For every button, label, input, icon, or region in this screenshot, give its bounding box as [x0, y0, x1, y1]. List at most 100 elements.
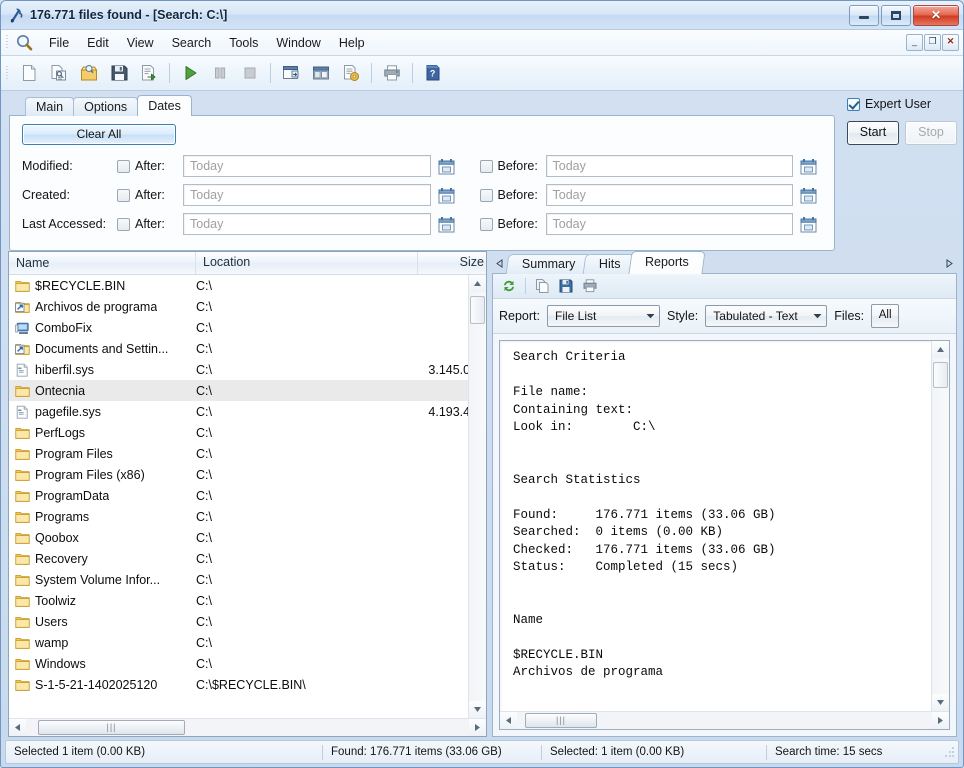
table-row[interactable]: S-1-5-21-1402025120 C:\$RECYCLE.BIN\ — [9, 674, 486, 695]
scroll-right-icon[interactable] — [932, 712, 949, 729]
tab-main[interactable]: Main — [25, 97, 75, 116]
scroll-right-icon[interactable] — [469, 719, 486, 736]
scroll-down-icon[interactable] — [469, 701, 486, 718]
mdi-restore-button[interactable]: ❐ — [924, 34, 941, 51]
files-all-button[interactable]: All — [871, 304, 900, 328]
refresh-icon[interactable] — [498, 276, 520, 296]
tab-dates[interactable]: Dates — [137, 95, 192, 116]
scroll-track[interactable]: ||| — [517, 712, 932, 729]
table-row[interactable]: Toolwiz C:\ — [9, 590, 486, 611]
save-icon[interactable] — [104, 58, 134, 88]
scroll-track[interactable] — [469, 292, 486, 701]
menu-item-tools[interactable]: Tools — [220, 33, 267, 53]
options-icon[interactable] — [336, 58, 366, 88]
column-header-name[interactable]: Name — [9, 252, 196, 274]
table-row[interactable]: System Volume Infor... C:\ — [9, 569, 486, 590]
column-header-size[interactable]: Size — [418, 252, 486, 274]
stop-icon[interactable] — [235, 58, 265, 88]
scroll-thumb[interactable] — [933, 362, 948, 388]
open-search-icon[interactable] — [44, 58, 74, 88]
table-row[interactable]: hiberfil.sys C:\ 3.145.090 — [9, 359, 486, 380]
report-text-box[interactable]: Search Criteria File name: Containing te… — [499, 340, 950, 730]
scroll-thumb[interactable]: ||| — [38, 720, 185, 735]
new-search-icon[interactable] — [14, 58, 44, 88]
mdi-close-button[interactable]: ✕ — [942, 34, 959, 51]
modified-before-checkbox[interactable] — [479, 159, 493, 173]
chevron-right-icon[interactable] — [942, 253, 957, 274]
tab-reports[interactable]: Reports — [628, 251, 706, 274]
created-before-input[interactable]: Today — [545, 184, 793, 206]
modified-after-input[interactable]: Today — [183, 155, 431, 177]
created-before-checkbox[interactable] — [479, 188, 493, 202]
scroll-down-icon[interactable] — [932, 694, 949, 711]
copy-icon[interactable] — [531, 276, 553, 296]
expert-user-checkbox[interactable] — [847, 97, 860, 111]
table-row[interactable]: Archivos de programa C:\ — [9, 296, 486, 317]
menu-item-file[interactable]: File — [40, 33, 78, 53]
menu-item-search[interactable]: Search — [163, 33, 221, 53]
close-button[interactable]: ✕ — [913, 4, 959, 26]
table-row[interactable]: Documents and Settin... C:\ — [9, 338, 486, 359]
resize-grip[interactable] — [944, 746, 955, 758]
stop-button[interactable]: Stop — [905, 121, 957, 145]
table-row[interactable]: pagefile.sys C:\ 4.193.464 — [9, 401, 486, 422]
clear-all-button[interactable]: Clear All — [22, 124, 176, 145]
start-button[interactable]: Start — [847, 121, 899, 145]
menu-item-window[interactable]: Window — [267, 33, 329, 53]
minimize-button[interactable] — [849, 4, 879, 26]
scroll-left-icon[interactable] — [500, 712, 517, 729]
results-vertical-scrollbar[interactable] — [468, 275, 486, 718]
table-row[interactable]: wamp C:\ — [9, 632, 486, 653]
table-row[interactable]: Program Files (x86) C:\ — [9, 464, 486, 485]
table-row[interactable]: Recovery C:\ — [9, 548, 486, 569]
table-row[interactable]: Ontecnia C:\ — [9, 380, 486, 401]
results-listview[interactable]: Name Location Size $RECYCLE.BIN C:\ Archiv… — [8, 251, 487, 737]
scroll-up-icon[interactable] — [932, 341, 949, 358]
table-row[interactable]: Windows C:\ — [9, 653, 486, 674]
chevron-left-icon[interactable] — [492, 253, 507, 274]
calendar-icon[interactable] — [437, 186, 456, 205]
help-icon[interactable]: ? — [418, 58, 448, 88]
modified-after-checkbox[interactable] — [117, 159, 130, 173]
created-after-checkbox[interactable] — [117, 188, 130, 202]
scroll-track[interactable]: ||| — [26, 719, 469, 736]
report-horizontal-scrollbar[interactable]: ||| — [500, 711, 949, 729]
calendar-icon[interactable] — [799, 186, 818, 205]
print-icon[interactable] — [377, 58, 407, 88]
results-horizontal-scrollbar[interactable]: ||| — [9, 718, 486, 736]
tab-options[interactable]: Options — [73, 97, 139, 116]
toolbar-gripper[interactable] — [4, 65, 11, 82]
scroll-thumb[interactable] — [470, 296, 485, 324]
maximize-button[interactable] — [881, 4, 911, 26]
modified-before-input[interactable]: Today — [545, 155, 793, 177]
tab-summary[interactable]: Summary — [505, 254, 592, 274]
chevron-down-icon[interactable] — [642, 313, 659, 319]
scroll-thumb[interactable]: ||| — [525, 713, 597, 728]
menu-gripper[interactable] — [4, 34, 11, 51]
scroll-left-icon[interactable] — [9, 719, 26, 736]
created-after-input[interactable]: Today — [183, 184, 431, 206]
table-row[interactable]: Qoobox C:\ — [9, 527, 486, 548]
table-row[interactable]: PerfLogs C:\ — [9, 422, 486, 443]
mdi-minimize-button[interactable]: _ — [906, 34, 923, 51]
calendar-icon[interactable] — [437, 157, 456, 176]
calendar-icon[interactable] — [437, 215, 456, 234]
menu-item-edit[interactable]: Edit — [78, 33, 118, 53]
table-row[interactable]: $RECYCLE.BIN C:\ — [9, 275, 486, 296]
window-cascade-icon[interactable] — [276, 58, 306, 88]
window-tile-icon[interactable] — [306, 58, 336, 88]
save-search-icon[interactable] — [74, 58, 104, 88]
print-icon[interactable] — [579, 276, 601, 296]
scroll-track[interactable] — [932, 358, 949, 694]
start-icon[interactable] — [175, 58, 205, 88]
table-row[interactable]: Program Files C:\ — [9, 443, 486, 464]
menu-item-view[interactable]: View — [118, 33, 163, 53]
report-style-select[interactable]: Tabulated - Text — [705, 305, 828, 327]
table-row[interactable]: ComboFix C:\ — [9, 317, 486, 338]
export-icon[interactable] — [134, 58, 164, 88]
last-accessed-after-checkbox[interactable] — [117, 217, 130, 231]
scroll-up-icon[interactable] — [469, 275, 486, 292]
last-accessed-after-input[interactable]: Today — [183, 213, 431, 235]
chevron-down-icon[interactable] — [809, 313, 826, 319]
report-type-select[interactable]: File List — [547, 305, 660, 327]
